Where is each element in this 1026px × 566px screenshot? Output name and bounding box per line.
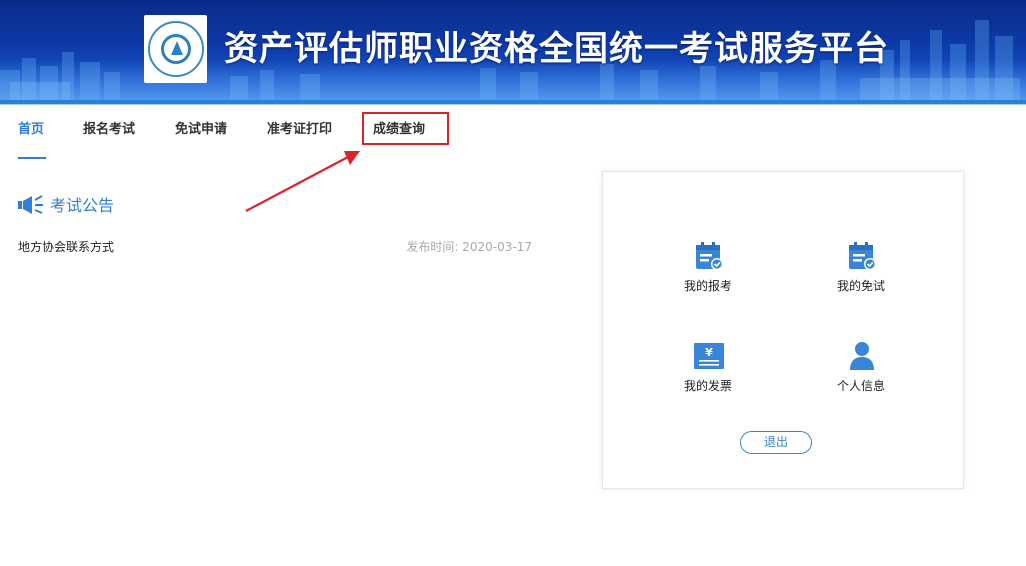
tile-my-exemption[interactable]: 我的免试: [806, 240, 916, 310]
nav-home[interactable]: 首页: [18, 112, 44, 148]
invoice-yen-icon: ¥: [694, 343, 724, 369]
tile-label: 我的免试: [836, 279, 885, 293]
notice-item-date: 发布时间: 2020-03-17: [406, 240, 532, 254]
tile-my-invoice[interactable]: ¥ 我的发票: [653, 340, 763, 410]
tile-label: 我的报考: [683, 279, 732, 293]
notice-item[interactable]: 地方协会联系方式 发布时间: 2020-03-17: [18, 238, 532, 256]
site-title: 资产评估师职业资格全国统一考试服务平台: [224, 29, 889, 69]
nav-active-underline: [18, 157, 46, 159]
tile-label: 我的发票: [683, 379, 732, 393]
notice-item-title[interactable]: 地方协会联系方式: [18, 238, 114, 255]
nav-exemption-application[interactable]: 免试申请: [175, 112, 227, 148]
calendar-check-icon: [849, 242, 876, 270]
user-icon: [850, 342, 874, 370]
association-logo-icon: [144, 15, 207, 83]
svg-text:¥: ¥: [705, 346, 713, 359]
calendar-check-icon: [696, 242, 723, 270]
tile-personal-info[interactable]: 个人信息: [806, 340, 916, 410]
notice-header: 考试公告: [18, 190, 114, 218]
user-panel: 我的报考 我的免试 ¥ 我的发票 个人信息 退出: [602, 171, 964, 489]
logout-button[interactable]: 退出: [740, 431, 812, 454]
banner-divider-light: [0, 104, 1026, 105]
nav-exam-registration[interactable]: 报名考试: [83, 112, 135, 148]
tile-my-registration[interactable]: 我的报考: [653, 240, 763, 310]
notice-title: 考试公告: [50, 196, 115, 215]
nav-admission-ticket-print[interactable]: 准考证打印: [267, 112, 332, 148]
tile-label: 个人信息: [836, 379, 885, 393]
annotation-arrow-icon: [245, 151, 360, 212]
score-query-highlight-box: [362, 112, 449, 145]
megaphone-icon: [18, 195, 43, 214]
